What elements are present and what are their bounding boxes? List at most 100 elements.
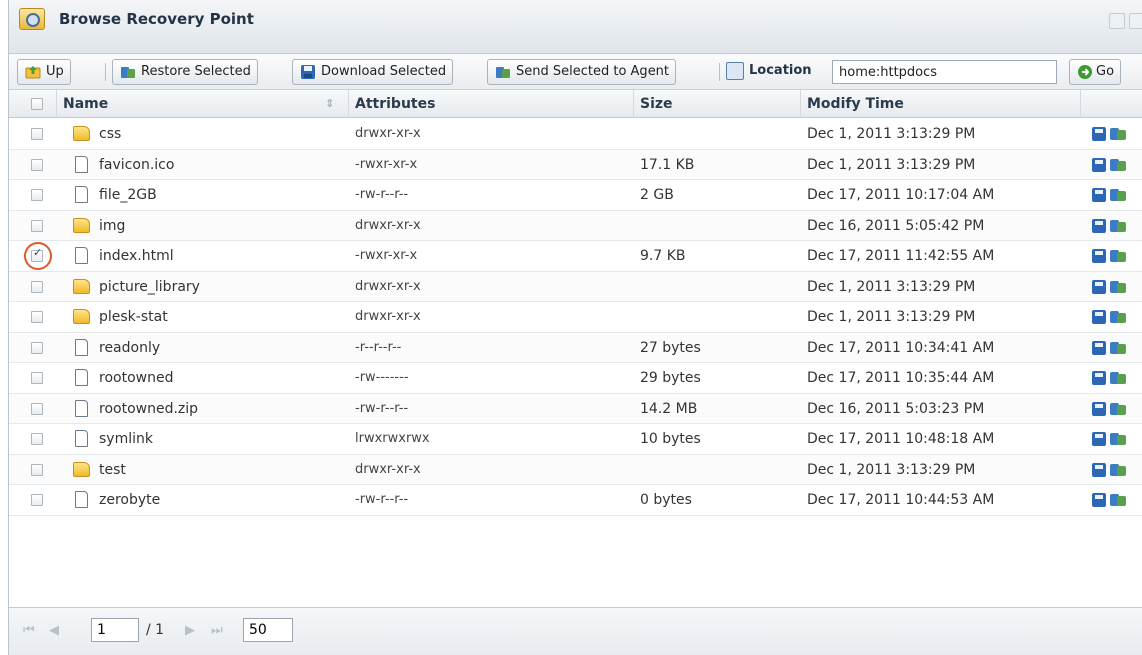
download-icon[interactable] xyxy=(1092,371,1106,385)
row-checkbox[interactable] xyxy=(31,402,43,415)
row-checkbox[interactable] xyxy=(31,311,43,323)
minimize-icon[interactable] xyxy=(1109,13,1125,29)
page-size-input[interactable] xyxy=(243,618,293,642)
column-header-size[interactable]: Size xyxy=(634,90,801,118)
table-row[interactable]: rootowned -rw------- 29 bytes Dec 17, 2011 … xyxy=(9,363,1142,394)
table-row[interactable]: img drwxr-xr-x Dec 16, 2011 5:05:42 PM xyxy=(9,210,1142,241)
table-row[interactable]: plesk-stat drwxr-xr-x Dec 1, 2011 3:13:29 … xyxy=(9,302,1142,333)
restore-icon[interactable] xyxy=(1110,126,1126,142)
save-icon xyxy=(301,65,315,79)
restore-icon[interactable] xyxy=(1110,492,1126,508)
download-icon[interactable] xyxy=(1092,127,1106,141)
toolbar-separator xyxy=(105,63,106,81)
table-row[interactable]: picture_library drwxr-xr-x Dec 1, 2011 3:1… xyxy=(9,271,1142,302)
restore-icon[interactable] xyxy=(1110,431,1126,447)
file-attributes: drwxr-xr-x xyxy=(355,126,421,141)
file-attributes: -rwxr-xr-x xyxy=(355,156,418,172)
file-size xyxy=(640,119,800,149)
location-label: Location xyxy=(749,63,812,78)
restore-icon[interactable] xyxy=(1110,462,1126,478)
select-all-cell xyxy=(9,90,57,118)
restore-icon[interactable] xyxy=(1110,370,1126,386)
up-label: Up xyxy=(46,64,64,79)
download-icon[interactable] xyxy=(1092,401,1106,416)
row-checkbox[interactable] xyxy=(31,280,43,293)
file-modify-time: Dec 1, 2011 3:13:29 PM xyxy=(807,309,976,325)
row-checkbox[interactable] xyxy=(31,372,43,384)
download-icon[interactable] xyxy=(1092,249,1106,263)
send-selected-to-agent-button[interactable]: Send Selected to Agent xyxy=(487,59,677,85)
table-row[interactable]: test drwxr-xr-x Dec 1, 2011 3:13:29 PM xyxy=(9,454,1142,485)
table-row[interactable]: rootowned.zip -rw-r--r-- 14.2 MB Dec 16, 20… xyxy=(9,393,1142,424)
next-page-icon[interactable]: ▶ xyxy=(185,623,195,638)
table-row[interactable]: zerobyte -rw-r--r-- 0 bytes Dec 17, 2011 10… xyxy=(9,485,1142,516)
restore-icon[interactable] xyxy=(1110,157,1126,173)
restore-icon[interactable] xyxy=(1110,279,1126,295)
folder-icon xyxy=(73,278,90,294)
restore-icon[interactable] xyxy=(1110,401,1126,417)
file-attributes: lrwxrwxrwx xyxy=(355,431,430,446)
row-checkbox[interactable] xyxy=(31,463,43,476)
row-checkbox[interactable] xyxy=(31,158,43,171)
table-row[interactable]: symlink lrwxrwxrwx 10 bytes Dec 17, 2011 10… xyxy=(9,424,1142,455)
download-icon[interactable] xyxy=(1092,188,1106,202)
file-icon xyxy=(75,186,88,203)
row-checkbox[interactable] xyxy=(31,128,43,140)
folder-icon xyxy=(73,461,90,477)
table-row[interactable]: index.html -rwxr-xr-x 9.7 KB Dec 17, 2011 1… xyxy=(9,241,1142,272)
select-all-checkbox[interactable] xyxy=(31,98,43,110)
file-attributes: -rw-r--r-- xyxy=(355,400,409,416)
file-name: symlink xyxy=(99,431,153,447)
first-page-icon[interactable]: ⏮ xyxy=(23,623,35,638)
send-selected-label: Send Selected to Agent xyxy=(516,64,670,79)
size-header-label: Size xyxy=(640,96,673,112)
file-attributes: -rw-r--r-- xyxy=(355,492,409,507)
location-input[interactable] xyxy=(832,60,1057,84)
row-checkbox[interactable] xyxy=(31,433,43,445)
download-icon[interactable] xyxy=(1092,493,1106,507)
column-header-attributes[interactable]: Attributes xyxy=(349,90,634,118)
download-icon[interactable] xyxy=(1092,310,1106,324)
download-icon[interactable] xyxy=(1092,340,1106,355)
restore-icon[interactable] xyxy=(1110,248,1126,264)
go-button[interactable]: Go xyxy=(1069,59,1122,85)
row-checkbox[interactable] xyxy=(31,494,43,506)
restore-selected-button[interactable]: Restore Selected xyxy=(112,59,258,85)
file-modify-time: Dec 17, 2011 10:48:18 AM xyxy=(807,431,995,447)
row-checkbox[interactable] xyxy=(31,189,43,201)
last-page-icon[interactable]: ⏭ xyxy=(211,623,223,638)
restore-icon[interactable] xyxy=(1110,218,1126,234)
download-icon[interactable] xyxy=(1092,218,1106,233)
file-size: 17.1 KB xyxy=(640,156,695,173)
row-checkbox[interactable] xyxy=(31,341,43,354)
file-modify-time: Dec 1, 2011 3:13:29 PM xyxy=(807,126,976,142)
page-number-input[interactable] xyxy=(91,618,139,642)
download-icon[interactable] xyxy=(1092,432,1106,446)
table-row[interactable]: readonly -r--r--r-- 27 bytes Dec 17, 2011 1… xyxy=(9,332,1142,363)
file-icon xyxy=(75,369,88,386)
download-selected-button[interactable]: Download Selected xyxy=(292,59,454,85)
file-attributes: -rw-r--r-- xyxy=(355,187,409,202)
up-button[interactable]: Up xyxy=(17,59,71,85)
restore-icon[interactable] xyxy=(1110,340,1126,356)
download-icon[interactable] xyxy=(1092,279,1106,294)
column-header-name[interactable]: Name ⇕ xyxy=(57,90,349,118)
table-row[interactable]: favicon.ico -rwxr-xr-x 17.1 KB Dec 1, 2011 … xyxy=(9,149,1142,180)
restore-icon[interactable] xyxy=(1110,309,1126,325)
column-header-modify-time[interactable]: Modify Time xyxy=(801,90,1081,118)
file-attributes: drwxr-xr-x xyxy=(355,461,421,477)
file-name: zerobyte xyxy=(99,492,161,508)
file-icon xyxy=(75,491,88,508)
table-row[interactable]: file_2GB -rw-r--r-- 2 GB Dec 17, 2011 10:17… xyxy=(9,180,1142,211)
file-name: file_2GB xyxy=(99,187,157,203)
row-checkbox[interactable] xyxy=(31,219,43,232)
table-row[interactable]: css drwxr-xr-x Dec 1, 2011 3:13:29 PM xyxy=(9,119,1142,150)
close-icon[interactable] xyxy=(1129,13,1142,29)
file-attributes: -rwxr-xr-x xyxy=(355,248,418,263)
file-size: 10 bytes xyxy=(640,431,701,447)
previous-page-icon[interactable]: ◀ xyxy=(49,623,59,638)
restore-icon[interactable] xyxy=(1110,187,1126,203)
download-icon[interactable] xyxy=(1092,462,1106,477)
file-size: 2 GB xyxy=(640,187,674,203)
download-icon[interactable] xyxy=(1092,157,1106,172)
